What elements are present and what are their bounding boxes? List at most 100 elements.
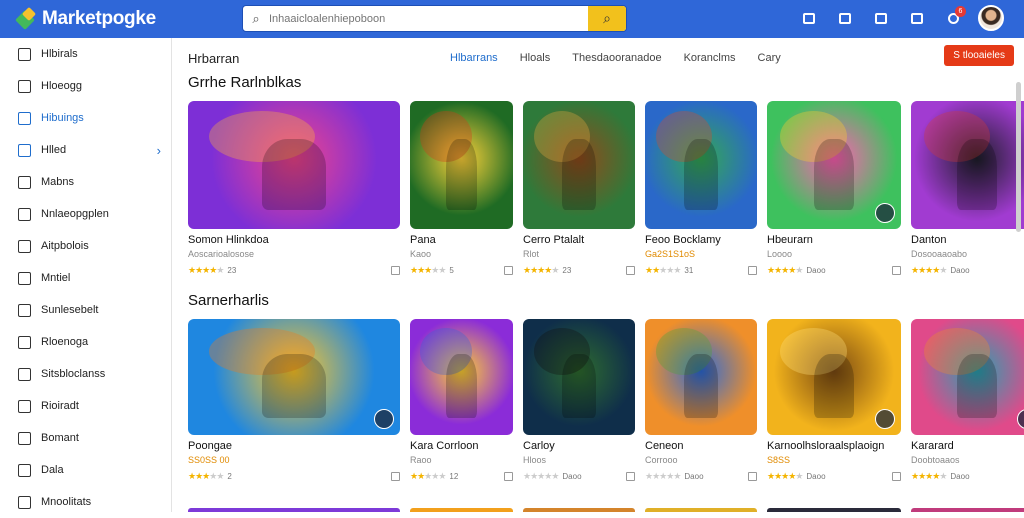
tab[interactable]: Koranclms xyxy=(684,52,736,64)
sidebar-item[interactable]: Dala xyxy=(0,454,171,486)
sidebar-item[interactable]: Hloeogg xyxy=(0,70,171,102)
wishlist-checkbox[interactable] xyxy=(391,472,400,481)
rating: ★★★★★ Daoo xyxy=(911,471,970,482)
rating: ★★★★★ Daoo xyxy=(767,471,826,482)
game-card[interactable]: Ceneon Corrooo ★★★★★ Daoo xyxy=(645,319,757,482)
tab[interactable]: Thesdaooranadoe xyxy=(572,52,661,64)
wishlist-checkbox[interactable] xyxy=(892,266,901,275)
game-card[interactable]: Carloy Hloos ★★★★★ Daoo xyxy=(523,319,635,482)
game-thumbnail[interactable] xyxy=(645,319,757,435)
video-icon[interactable] xyxy=(870,7,892,29)
wishlist-checkbox[interactable] xyxy=(504,472,513,481)
game-thumbnail-partial[interactable] xyxy=(410,508,513,512)
sidebar-item[interactable]: Hlbirals xyxy=(0,38,171,70)
game-thumbnail[interactable] xyxy=(523,101,635,229)
scrollbar[interactable] xyxy=(1016,82,1021,232)
logo[interactable]: Marketpogke xyxy=(15,6,242,30)
image-icon[interactable] xyxy=(834,7,856,29)
sidebar-item[interactable]: Mnoolitats xyxy=(0,486,171,518)
tab[interactable]: Cary xyxy=(758,52,781,64)
tab[interactable]: Hlbarrans xyxy=(450,52,498,64)
calendar-icon[interactable] xyxy=(798,7,820,29)
rating: ★★★★★ 23 xyxy=(523,265,571,276)
game-thumbnail[interactable] xyxy=(410,319,513,435)
sidebar-item[interactable]: Mntiel xyxy=(0,262,171,294)
game-thumbnail[interactable] xyxy=(767,319,901,435)
card-title[interactable]: Danton xyxy=(911,234,1024,246)
wishlist-checkbox[interactable] xyxy=(626,472,635,481)
game-thumbnail[interactable] xyxy=(410,101,513,229)
wishlist-checkbox[interactable] xyxy=(504,266,513,275)
card-title[interactable]: Kararard xyxy=(911,440,1024,452)
game-thumbnail[interactable] xyxy=(645,101,757,229)
sidebar-item[interactable]: Rioiradt xyxy=(0,390,171,422)
cta-button[interactable]: S tlooaieles xyxy=(944,45,1014,66)
sidebar-item[interactable]: Hlled › xyxy=(0,134,171,166)
game-card[interactable]: Poongae SS0SS 00 ★★★★★ 2 xyxy=(188,319,400,482)
game-card[interactable]: Pana Kaoo ★★★★★ 5 xyxy=(410,101,513,276)
game-card[interactable]: Kara Corrloon Raoo ★★★★★ 12 xyxy=(410,319,513,482)
sidebar-item-label: Sunlesebelt xyxy=(41,304,99,316)
share-icon[interactable] xyxy=(374,409,394,429)
search-button[interactable]: ⌕ xyxy=(588,6,626,31)
card-title[interactable]: Feoo Bocklamy xyxy=(645,234,757,246)
search-input[interactable] xyxy=(269,6,588,31)
avatar[interactable] xyxy=(978,5,1004,31)
sidebar-item[interactable]: Aitpbolois xyxy=(0,230,171,262)
game-card[interactable]: Cerro Ptalalt Rlot ★★★★★ 23 xyxy=(523,101,635,276)
card-title[interactable]: Somon Hlinkdoa xyxy=(188,234,400,246)
pencil-icon xyxy=(18,47,31,61)
game-thumbnail-partial[interactable] xyxy=(523,508,635,512)
game-card[interactable]: Feoo Bocklamy Ga2S1S1oS ★★★★★ 31 xyxy=(645,101,757,276)
wishlist-checkbox[interactable] xyxy=(391,266,400,275)
share-icon[interactable] xyxy=(1017,409,1024,429)
sidebar-item[interactable]: Sitsbloclanss xyxy=(0,358,171,390)
sidebar-item[interactable]: Hibuings xyxy=(0,102,171,134)
card-title[interactable]: Karnoolhsloraalsplaoign xyxy=(767,440,901,452)
card-title[interactable]: Poongae xyxy=(188,440,400,452)
wishlist-checkbox[interactable] xyxy=(748,266,757,275)
game-thumbnail[interactable] xyxy=(188,101,400,229)
game-thumbnail-partial[interactable] xyxy=(911,508,1024,512)
share-icon[interactable] xyxy=(875,409,895,429)
card-title[interactable]: Kara Corrloon xyxy=(410,440,513,452)
chat-icon[interactable] xyxy=(906,7,928,29)
game-thumbnail[interactable] xyxy=(188,319,400,435)
card-title[interactable]: Hbeurarn xyxy=(767,234,901,246)
game-card[interactable]: Hbeurarn Loooo ★★★★★ Daoo xyxy=(767,101,901,276)
card-subtitle: SS0SS 00 xyxy=(188,455,230,465)
notification-icon[interactable]: 6 xyxy=(942,6,966,29)
sidebar-item[interactable]: Nnlaeopgplen xyxy=(0,198,171,230)
wishlist-checkbox[interactable] xyxy=(626,266,635,275)
card-subtitle: S8SS xyxy=(767,455,791,465)
chevron-right-icon[interactable]: › xyxy=(157,143,161,158)
share-icon[interactable] xyxy=(875,203,895,223)
tab[interactable]: Hloals xyxy=(520,52,551,64)
sidebar-item-label: Hibuings xyxy=(41,112,84,124)
game-thumbnail-partial[interactable] xyxy=(188,508,400,512)
game-thumbnail[interactable] xyxy=(523,319,635,435)
game-thumbnail[interactable] xyxy=(911,319,1024,435)
sidebar-item-label: Rioiradt xyxy=(41,400,79,412)
game-card[interactable]: Danton Dosooaaoabo ★★★★★ Daoo xyxy=(911,101,1024,276)
sidebar-item[interactable]: Sunlesebelt xyxy=(0,294,171,326)
tabs: Hlbarrans Hloals Thesdaooranadoe Koranclms C… xyxy=(450,52,781,64)
game-card[interactable]: Somon Hlinkdoa Aoscarioalosose ★★★★★ 23 xyxy=(188,101,400,276)
game-thumbnail[interactable] xyxy=(767,101,901,229)
sidebar-item[interactable]: Mabns xyxy=(0,166,171,198)
game-card[interactable]: Kararard Doobtoaaos ★★★★★ Daoo xyxy=(911,319,1024,482)
card-title[interactable]: Cerro Ptalalt xyxy=(523,234,635,246)
card-title[interactable]: Ceneon xyxy=(645,440,757,452)
game-card[interactable]: Karnoolhsloraalsplaoign S8SS ★★★★★ Daoo xyxy=(767,319,901,482)
sidebar-item[interactable]: Bomant xyxy=(0,422,171,454)
card-title[interactable]: Carloy xyxy=(523,440,635,452)
wishlist-checkbox[interactable] xyxy=(892,472,901,481)
game-thumbnail-partial[interactable] xyxy=(767,508,901,512)
game-thumbnail-partial[interactable] xyxy=(645,508,757,512)
tag-icon xyxy=(18,207,31,221)
wishlist-checkbox[interactable] xyxy=(748,472,757,481)
sidebar-item[interactable]: Rloenoga xyxy=(0,326,171,358)
game-thumbnail[interactable] xyxy=(911,101,1024,229)
card-title[interactable]: Pana xyxy=(410,234,513,246)
rating: ★★★★★ 12 xyxy=(410,471,458,482)
